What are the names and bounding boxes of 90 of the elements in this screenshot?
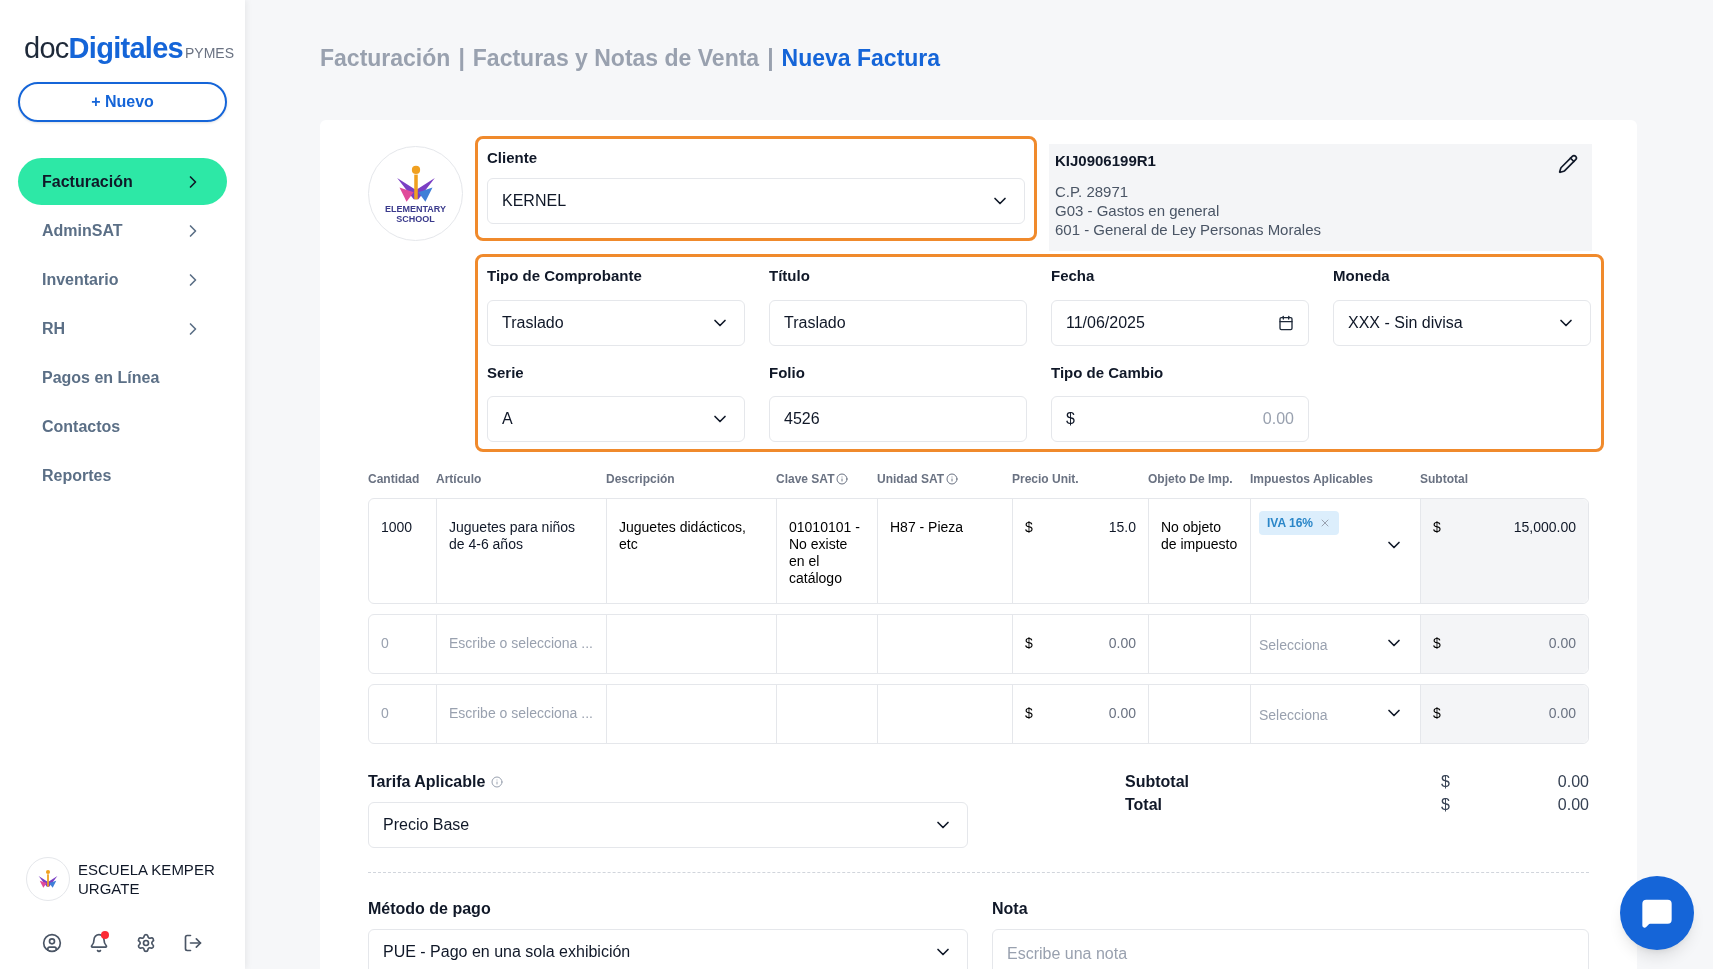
table-cell: Juguetes didácticos, etc [607,499,777,603]
date-field[interactable]: 11/06/2025 [1051,299,1309,346]
currency-sign: $ [1433,518,1441,537]
column-header: Descripción [606,471,675,488]
account-name: ESCUELA KEMPER URGATE [78,860,216,898]
select-field[interactable]: Precio Base [368,802,968,848]
calendar-icon [1278,314,1294,331]
chat-button[interactable] [1620,876,1694,950]
nav-item[interactable]: Reportes [18,452,227,499]
table-cell: 0 [369,685,437,743]
table-cell-text: 0.00 [1548,634,1576,653]
column-header: Precio Unit. [1012,471,1079,488]
currency-sign: $ [1441,772,1450,792]
field-label: Cliente [487,148,538,168]
total-value: 0.00 [1556,772,1589,792]
tax-tag[interactable]: IVA 16% [1259,511,1340,535]
currency-sign: $ [1433,634,1441,653]
select-field[interactable]: A [487,396,745,442]
table-cell-text: 0.00 [1108,705,1136,723]
client-detail: G03 - Gastos en general [1055,201,1221,220]
breadcrumb-separator: | [458,44,465,72]
table-cell-text: 15.0 [1108,519,1136,537]
logo-text: ELEMENTARY SCHOOL [385,203,446,224]
field-label: Tipo de Cambio [1051,362,1165,383]
column-header: Impuestos Aplicables [1250,471,1373,488]
settings-icon[interactable] [136,933,156,953]
total-label: Total [1125,795,1164,815]
select-field[interactable]: Traslado [487,299,745,346]
client-rfc: KIJ0906199R1 [1055,151,1156,171]
field-label: Folio [769,362,806,383]
field-label: Tarifa Aplicable [368,772,486,792]
field-label: Tipo de Comprobante [487,266,643,286]
currency-sign: $ [1025,635,1033,653]
bell-icon[interactable] [89,933,109,953]
currency-sign: $ [1025,519,1033,537]
total-label: Subtotal [1125,772,1190,792]
table-cell: 0 [369,615,437,673]
table-cell: Escribe o selecciona ... [437,685,607,743]
nav-item[interactable]: RH [18,305,227,352]
select-field[interactable]: PUE - Pago en una sola exhibición [368,929,968,969]
client-detail: 601 - General de Ley Personas Morales [1055,220,1322,239]
field-label: Título [769,266,811,286]
breadcrumb-item: Nueva Factura [781,44,941,72]
column-header: Unidad SAT [877,471,945,488]
nav-item[interactable]: AdminSAT [18,207,227,254]
info-icon [491,776,504,788]
column-header: Artículo [436,471,482,488]
column-header: Clave SAT [776,471,835,488]
note-field[interactable]: Escribe una nota [992,929,1589,969]
total-value: 0.00 [1556,795,1589,815]
table-cell-text: 15,000.00 [1513,518,1576,537]
breadcrumb-separator: | [767,44,774,72]
brand-suffix: PYMES [184,45,234,61]
field-label: Fecha [1051,266,1096,286]
table-cell: 1000 [369,499,437,603]
nav-item[interactable]: Inventario [18,256,227,303]
table-cell-text: 0.00 [1548,704,1576,723]
logout-icon[interactable] [183,933,203,953]
column-header: Objeto De Imp. [1148,471,1233,488]
chat-icon [1641,897,1673,929]
info-icon [836,473,849,485]
select-field[interactable]: XXX - Sin divisa [1333,299,1591,346]
new-button[interactable]: + Nuevo [18,82,227,122]
field-label: Serie [487,362,525,383]
brand-logo: docDigitales [24,31,183,66]
currency-sign: $ [1441,795,1450,815]
nav-item[interactable]: Facturación [18,158,227,205]
edit-icon[interactable] [1558,154,1578,174]
nav-item[interactable]: Contactos [18,403,227,450]
input-field[interactable]: Traslado [769,299,1027,346]
input-field[interactable]: $ 0.00 [1051,396,1309,442]
table-cell: Juguetes para niños de 4-6 años [437,499,607,603]
column-header: Subtotal [1420,471,1468,488]
table-cell-text: 0.00 [1108,635,1136,653]
currency-sign: $ [1025,705,1033,723]
field-label: Moneda [1333,266,1391,286]
user-icon[interactable] [42,933,62,953]
table-cell: 01010101 - No existe en el catálogo [777,499,878,603]
field-label: Método de pago [368,899,492,919]
table-cell: Escribe o selecciona ... [437,615,607,673]
info-icon [946,473,959,485]
field-label: Nota [992,899,1029,919]
select-field[interactable]: KERNEL [487,177,1025,224]
column-header: Cantidad [368,471,420,488]
input-field[interactable]: 4526 [769,396,1027,442]
currency-sign: $ [1433,704,1441,723]
nav-item[interactable]: Pagos en Línea [18,354,227,401]
client-detail: C.P. 28971 [1055,182,1130,201]
table-cell: No objeto de impuesto [1149,499,1251,603]
table-cell: H87 - Pieza [878,499,1013,603]
